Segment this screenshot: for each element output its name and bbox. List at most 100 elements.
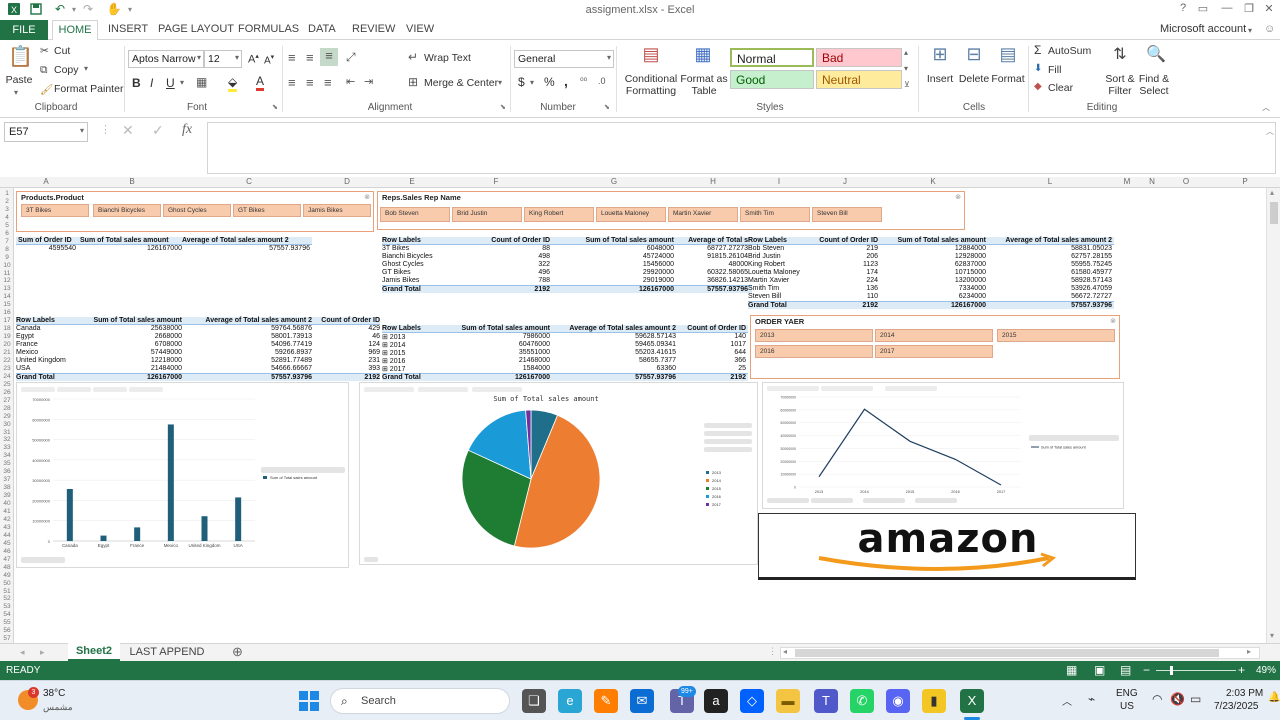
minimize-icon[interactable]: —: [1218, 2, 1236, 18]
pivot-cell[interactable]: 231: [312, 357, 380, 364]
pivot-cell[interactable]: 174: [810, 269, 878, 276]
pivot-cell[interactable]: ⊞ 2016: [382, 357, 444, 365]
notifications-icon[interactable]: 🔔: [1268, 692, 1280, 703]
row-header[interactable]: 33: [0, 444, 14, 451]
row-header[interactable]: 32: [0, 436, 14, 443]
row-header[interactable]: 31: [0, 429, 14, 436]
language-primary[interactable]: ENG: [1116, 688, 1138, 699]
slicer-item-king-robert[interactable]: King Robert: [524, 207, 594, 222]
pivot-cell[interactable]: 2192: [810, 302, 878, 309]
slicer-item-steven-bill[interactable]: Steven Bill: [812, 207, 882, 222]
format-as-table-icon[interactable]: ▦: [690, 44, 716, 65]
pivot-data-row[interactable]: Brid Justin 206 12928000 62757.28155: [748, 253, 1114, 261]
dropbox-icon[interactable]: ◇: [740, 689, 764, 713]
pivot-cell[interactable]: 110: [810, 293, 878, 300]
pivot-cell[interactable]: 55203.41615: [550, 349, 676, 356]
discord-icon[interactable]: ◉: [886, 689, 910, 713]
copy-icon[interactable]: ⧉: [40, 64, 48, 77]
row-header[interactable]: 57: [0, 635, 14, 642]
account-name[interactable]: Microsoft account: [1160, 23, 1246, 35]
pivot-cell[interactable]: 25638000: [78, 325, 182, 332]
pivot-cell[interactable]: Sum of Total sales amount: [80, 237, 182, 244]
pivot-cell[interactable]: 322: [444, 261, 550, 268]
cut-button[interactable]: Cut: [54, 45, 70, 57]
pivot-cell[interactable]: 57557.93796: [182, 374, 312, 381]
row-header[interactable]: 16: [0, 309, 14, 316]
slicer-item-bob-steven[interactable]: Bob Steven: [380, 207, 450, 222]
row-header[interactable]: 37: [0, 476, 14, 483]
pivot-cell[interactable]: United Kingdom: [16, 357, 78, 364]
paste-button[interactable]: Paste: [4, 74, 34, 86]
edge-browser-icon[interactable]: e: [558, 689, 582, 713]
pivot-cell[interactable]: 68727.27273: [674, 245, 748, 252]
pivot-cell[interactable]: 126167000: [78, 374, 182, 381]
format-painter-icon[interactable]: 🖌: [40, 83, 53, 96]
scroll-down-icon[interactable]: ▾: [1270, 631, 1274, 640]
pivot-cell[interactable]: 48000: [674, 261, 748, 268]
clear-filter-icon[interactable]: ⊗: [955, 193, 961, 201]
percent-button[interactable]: %: [544, 75, 555, 89]
row-header[interactable]: 49: [0, 572, 14, 579]
row-header[interactable]: 15: [0, 301, 14, 308]
pivot-cell[interactable]: GT Bikes: [382, 269, 444, 276]
pivot-data-row[interactable]: Bianchi Bicycles 498 45724000 91815.26104: [382, 253, 752, 261]
format-as-table-button[interactable]: Format as Table: [680, 73, 728, 97]
row-header[interactable]: 40: [0, 500, 14, 507]
pivot-cell[interactable]: Row Labels: [748, 237, 810, 244]
pivot-cell[interactable]: 2192: [312, 374, 380, 381]
pivot-cell[interactable]: Average of Total sales amount 2: [182, 237, 310, 244]
pivot-cell[interactable]: Egypt: [16, 333, 78, 340]
row-header[interactable]: 21: [0, 349, 14, 356]
row-header[interactable]: 17: [0, 317, 14, 324]
pivot-data-row[interactable]: GT Bikes 496 29920000 60322.58065: [382, 269, 752, 277]
row-header[interactable]: 51: [0, 588, 14, 595]
column-header[interactable]: G: [608, 177, 620, 186]
row-header[interactable]: 42: [0, 516, 14, 523]
increase-font-icon[interactable]: A▴: [248, 52, 259, 66]
increase-indent-icon[interactable]: ⇥: [364, 75, 373, 88]
worksheet-grid[interactable]: ABCDEFGHIJKLMNOP 1 2 3 4 5 6 7 8 9 10 11 12 13 14 15 16…: [0, 177, 1280, 643]
pivot-cell[interactable]: Brid Justin: [748, 253, 810, 260]
style-good[interactable]: Good: [730, 70, 814, 89]
italic-button[interactable]: I: [150, 76, 153, 90]
pivot-cell[interactable]: 57557.93796: [674, 286, 748, 293]
column-header[interactable]: E: [406, 177, 418, 186]
pivot-cell[interactable]: USA: [16, 365, 78, 372]
pivot-cell[interactable]: 15456000: [550, 261, 674, 268]
row-header[interactable]: 47: [0, 556, 14, 563]
scroll-left-icon[interactable]: ◂: [783, 647, 787, 656]
row-header[interactable]: 43: [0, 524, 14, 531]
amazon-app-icon[interactable]: a: [704, 689, 728, 713]
pivot-cell[interactable]: 59628.57143: [550, 333, 676, 340]
paste-dropdown-icon[interactable]: ▾: [14, 88, 18, 97]
style-neutral[interactable]: Neutral: [816, 70, 902, 89]
pivot-data-row[interactable]: Jamis Bikes 788 29019000 36826.14213: [382, 277, 752, 285]
pivot-cell[interactable]: 496: [444, 269, 550, 276]
comma-button[interactable]: ,: [564, 73, 568, 89]
pivot-cell[interactable]: 59465.09341: [550, 341, 676, 348]
hscroll-thumb[interactable]: [795, 649, 1219, 657]
pivot-cell[interactable]: 126167000: [878, 302, 986, 309]
next-sheet-icon[interactable]: ▸: [40, 647, 45, 658]
pivot-cell[interactable]: 35551000: [444, 349, 550, 356]
windows-start-icon[interactable]: [298, 690, 320, 712]
pivot-cell[interactable]: 12884000: [878, 245, 986, 252]
column-header[interactable]: P: [1239, 177, 1251, 186]
row-header[interactable]: 8: [0, 246, 14, 253]
conditional-formatting-icon[interactable]: ▤: [638, 44, 664, 65]
row-header[interactable]: 45: [0, 540, 14, 547]
delete-button[interactable]: Delete: [956, 73, 992, 85]
pivot-cell[interactable]: 54666.66667: [182, 365, 312, 372]
find-icon[interactable]: 🔍: [1144, 44, 1168, 64]
merge-center-button[interactable]: Merge & Center: [424, 77, 498, 89]
pivot-cell[interactable]: Count of Order ID: [810, 237, 878, 244]
pivot-total-row[interactable]: Grand Total 126167000 57557.93796 2192: [16, 373, 380, 381]
pivot-cell[interactable]: Average of Total sales amount 2: [986, 237, 1112, 244]
slicer-item-2016[interactable]: 2016: [755, 345, 873, 358]
pivot-cell[interactable]: 21468000: [444, 357, 550, 364]
pivot-cell[interactable]: 1123: [810, 261, 878, 268]
vertical-scrollbar[interactable]: ▴ ▾: [1266, 188, 1280, 643]
pivot-data-row[interactable]: Smith Tim 136 7334000 53926.47059: [748, 285, 1114, 293]
row-header[interactable]: 27: [0, 397, 14, 404]
row-header[interactable]: 12: [0, 277, 14, 284]
